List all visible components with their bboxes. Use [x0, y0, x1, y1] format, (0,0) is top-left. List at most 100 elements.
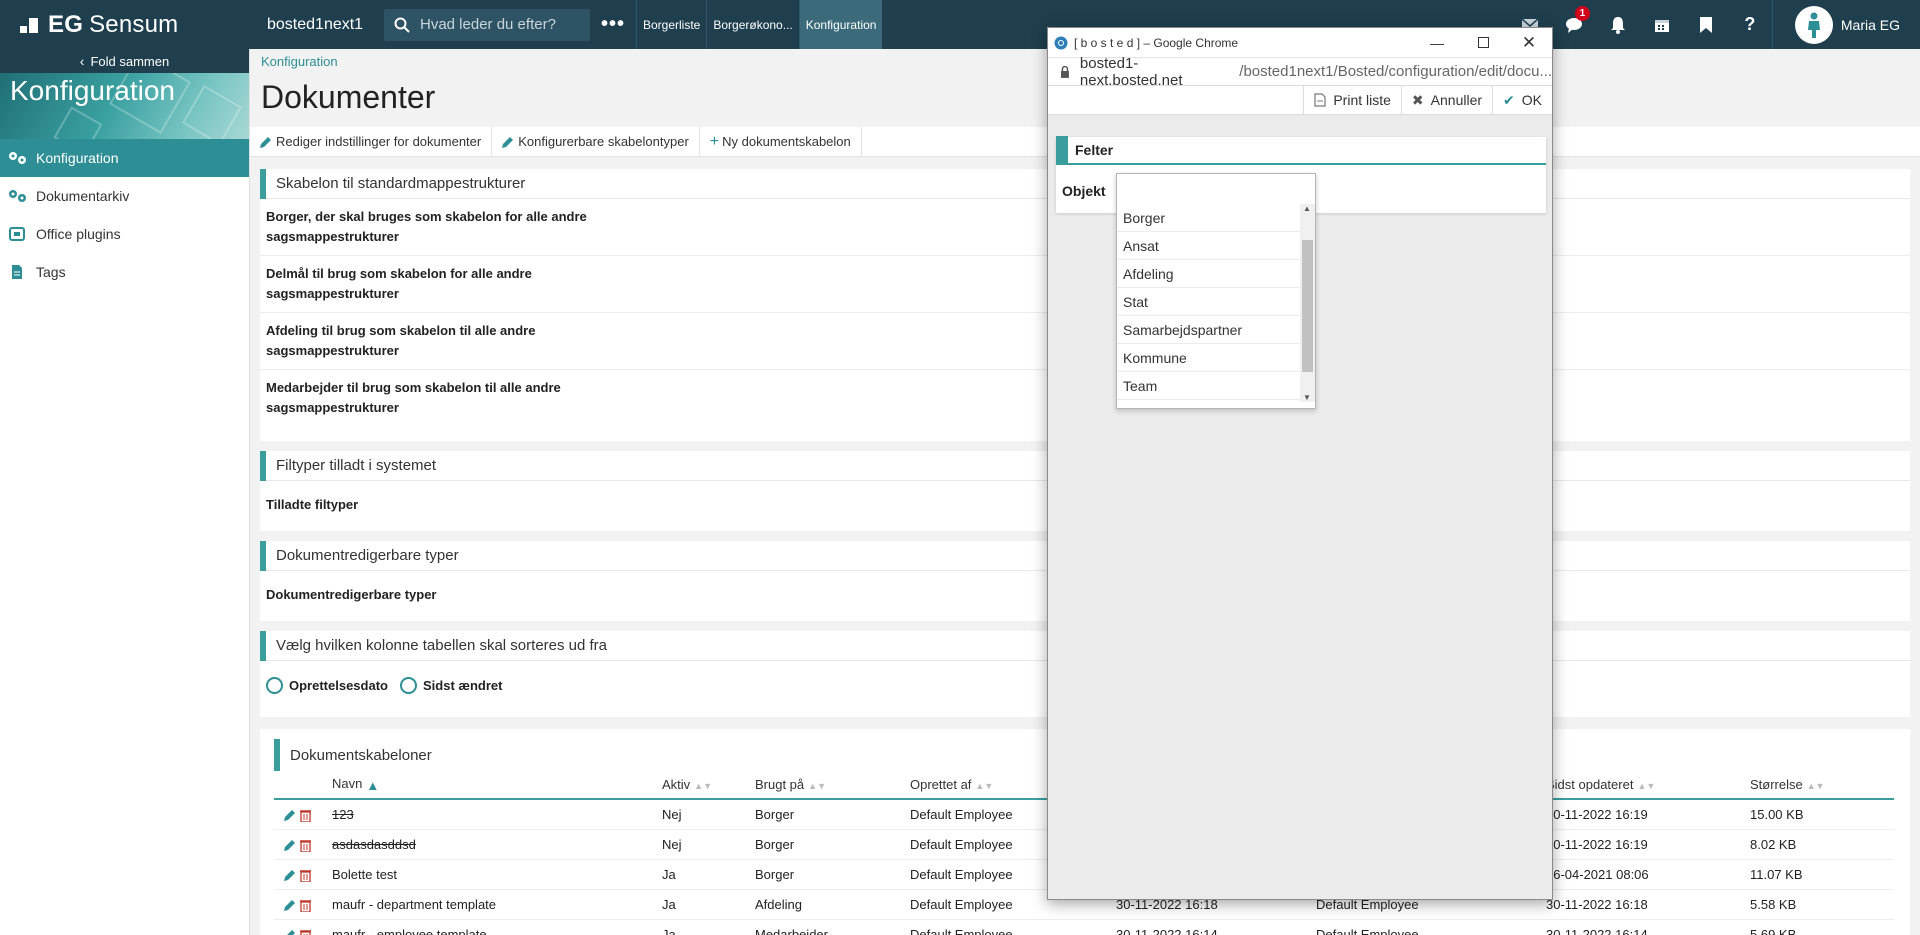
cell-updated: 30-11-2022 16:14 — [1546, 919, 1750, 935]
cell-used-on: Borger — [755, 829, 910, 860]
calendar-button[interactable] — [1640, 0, 1684, 49]
x-icon: ✖ — [1411, 91, 1424, 108]
button-label: OK — [1521, 92, 1542, 108]
column-label: Sidst opdateret — [1546, 777, 1634, 792]
listbox-option[interactable]: Stat — [1117, 288, 1301, 316]
scroll-up-icon[interactable]: ▲ — [1303, 204, 1311, 213]
sort-by-created-radio[interactable]: Oprettelsesdato — [266, 677, 388, 694]
button-label: Print liste — [1333, 92, 1391, 108]
listbox-option[interactable]: Ansat — [1117, 232, 1301, 260]
pencil-icon[interactable] — [284, 899, 296, 912]
sort-icon: ▲▼ — [975, 780, 994, 791]
sidebar-item-office-plugins[interactable]: Office plugins — [0, 215, 249, 253]
column-label: Størrelse — [1750, 777, 1803, 792]
close-window-button[interactable]: ✕ — [1506, 28, 1552, 57]
search-input[interactable]: Hvad leder du efter? — [384, 8, 590, 41]
column-header-stoerrelse[interactable]: Størrelse ▲▼ — [1750, 771, 1894, 800]
configurable-template-types-button[interactable]: Konfigurerbare skabelontyper — [492, 126, 700, 157]
eg-logo-icon — [20, 16, 40, 34]
bookmark-button[interactable] — [1684, 0, 1728, 49]
eg-sensum-logo[interactable]: EG Sensum — [0, 11, 250, 39]
cell-size: 11.07 KB — [1750, 859, 1894, 890]
chrome-popup-window: [ b o s t e d ] – Google Chrome — ✕ bost… — [1047, 27, 1553, 900]
objekt-label: Objekt — [1062, 183, 1106, 199]
cell-active: Nej — [662, 799, 755, 830]
user-name: Maria EG — [1840, 16, 1900, 33]
gears-icon — [9, 190, 26, 202]
pencil-icon[interactable] — [284, 929, 296, 935]
sidebar-item-label: Konfiguration — [36, 150, 119, 166]
pencil-icon[interactable] — [284, 839, 296, 852]
messages-button[interactable]: 1 — [1552, 0, 1596, 49]
notifications-button[interactable] — [1596, 0, 1640, 49]
user-menu[interactable]: Maria EG — [1771, 0, 1920, 49]
cell-active: Ja — [662, 919, 755, 935]
trash-icon[interactable] — [300, 869, 311, 883]
page-title: Dokumenter — [261, 79, 436, 115]
pencil-icon[interactable] — [284, 809, 296, 822]
pencil-icon[interactable] — [284, 869, 296, 882]
objekt-select-listbox[interactable]: Borger Ansat Afdeling Stat Samarbejdspartner… — [1116, 173, 1316, 409]
ok-button[interactable]: ✔ OK — [1492, 85, 1552, 115]
notification-badge: 1 — [1574, 6, 1590, 21]
cell-used-on: Medarbejder — [755, 919, 910, 935]
help-button[interactable]: ? — [1728, 0, 1772, 49]
minimize-button[interactable]: — — [1414, 28, 1460, 57]
button-label: Ny dokumentskabelon — [722, 134, 851, 149]
radio-circle — [266, 677, 283, 694]
trash-icon[interactable] — [300, 899, 311, 913]
more-menu-button[interactable]: ••• — [590, 13, 636, 36]
cell-updated: 30-11-2022 16:19 — [1546, 829, 1750, 860]
sidebar: ‹ Fold sammen Konfiguration Konfiguratio… — [0, 49, 250, 935]
popup-toolbar: Print liste ✖ Annuller ✔ OK — [1048, 85, 1552, 115]
table-row[interactable]: maufr - employee template Ja Medarbejder De… — [274, 919, 1894, 935]
column-label: Oprettet af — [910, 777, 972, 792]
listbox-option[interactable]: Samarbejdspartner — [1117, 316, 1301, 344]
listbox-option[interactable]: Kommune — [1117, 344, 1301, 372]
window-title-bar[interactable]: [ b o s t e d ] – Google Chrome — ✕ — [1048, 28, 1552, 57]
trash-icon[interactable] — [300, 839, 311, 853]
column-header-brugt-paa[interactable]: Brugt på ▲▼ — [755, 771, 910, 800]
chevron-left-icon: ‹ — [79, 53, 85, 69]
sidebar-item-tags[interactable]: Tags — [0, 253, 249, 291]
listbox-option[interactable]: Afdeling — [1117, 260, 1301, 288]
tab-borgerokonomi[interactable]: Borgerøkono... — [706, 0, 798, 49]
listbox-option[interactable]: Borger — [1117, 204, 1301, 232]
trash-icon[interactable] — [300, 809, 311, 823]
actions-header — [274, 771, 332, 800]
print-list-button[interactable]: Print liste — [1303, 85, 1401, 115]
tab-borgerliste[interactable]: Borgerliste — [636, 0, 706, 49]
column-header-navn[interactable]: Navn ▲ — [332, 771, 662, 800]
breadcrumb[interactable]: Konfiguration — [261, 54, 338, 69]
trash-icon[interactable] — [300, 929, 311, 935]
cancel-button[interactable]: ✖ Annuller — [1400, 85, 1492, 115]
scroll-down-icon[interactable]: ▼ — [1303, 393, 1311, 402]
cell-name: 123 — [332, 799, 662, 830]
sidebar-item-konfiguration[interactable]: Konfiguration — [0, 139, 249, 177]
radio-circle — [399, 677, 417, 694]
bookmark-icon — [1699, 16, 1712, 33]
listbox-option[interactable]: Team — [1117, 372, 1301, 400]
felter-title: Felter — [1056, 137, 1546, 165]
url-path: /bosted1next1/Bosted/configuration/edit/… — [1239, 63, 1552, 80]
address-bar[interactable]: bosted1-next.bosted.net/bosted1next1/Bos… — [1048, 55, 1552, 89]
sidebar-item-dokumentarkiv[interactable]: Dokumentarkiv — [0, 177, 249, 215]
column-header-sidst-opdateret[interactable]: Sidst opdateret ▲▼ — [1546, 771, 1750, 800]
fold-sidebar-button[interactable]: ‹ Fold sammen — [0, 49, 249, 73]
column-label: Aktiv — [662, 777, 691, 792]
maximize-button[interactable] — [1460, 28, 1506, 57]
check-icon: ✔ — [1503, 91, 1515, 108]
pencil-icon — [260, 136, 271, 148]
sidebar-item-label: Dokumentarkiv — [36, 188, 130, 204]
sort-by-modified-radio[interactable]: Sidst ændret — [399, 677, 502, 694]
edit-document-settings-button[interactable]: Rediger indstillinger for dokumenter — [250, 126, 493, 157]
tab-konfiguration[interactable]: Konfiguration — [798, 0, 883, 49]
listbox-empty-option[interactable] — [1117, 174, 1315, 204]
listbox-scrollbar[interactable]: ▲ ▼ — [1300, 204, 1315, 402]
column-header-aktiv[interactable]: Aktiv ▲▼ — [662, 771, 755, 800]
cell-size: 5.58 KB — [1750, 889, 1894, 920]
maximize-icon — [1477, 37, 1489, 48]
scrollbar-thumb[interactable] — [1302, 240, 1313, 372]
bell-icon — [1610, 16, 1625, 34]
new-document-template-button[interactable]: + Ny dokumentskabelon — [700, 126, 862, 157]
